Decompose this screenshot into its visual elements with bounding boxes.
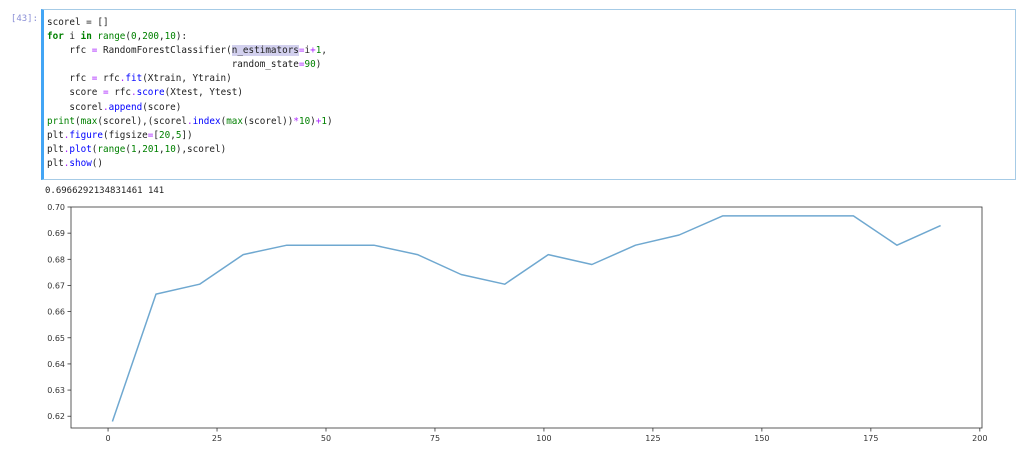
code-token: show [69,157,92,169]
code-token: (Xtrain, Ytrain) [142,73,232,85]
code-line: scorel = [] [47,16,333,30]
code-token: (scorel)) [242,115,294,127]
code-line: random_state=90) [47,58,333,72]
code-line: for i in range(0,200,10): [47,30,333,44]
code-token: ),scorel) [175,143,227,155]
code-token: max [80,115,98,127]
code-token: range [97,143,126,155]
code-token: ]) [181,129,193,141]
code-line: print(max(scorel),(scorel.index(max(scor… [47,115,333,129]
code-token: 10 [164,143,176,155]
code-line: plt.show() [47,157,333,171]
code-token: (figsize [103,129,148,141]
code-token: rfc [47,45,92,57]
y-tick-label: 0.67 [47,281,65,290]
code-token: rfc [108,87,131,99]
code-token: plt [47,143,64,155]
code-token: (Xtest, Ytest) [164,87,243,99]
code-token: score [136,87,165,99]
code-line: score = rfc.score(Xtest, Ytest) [47,86,333,100]
code-token: figure [69,129,103,141]
x-tick-label: 125 [645,434,660,443]
output-text: 0.6966292134831461 141 [45,186,165,196]
plot-area [70,206,983,429]
code-token: n_estimators [231,45,299,57]
code-token: 20 [159,129,171,141]
code-token: score [47,87,103,99]
x-tick-label: 200 [972,434,987,443]
y-tick-label: 0.68 [47,255,65,264]
code-token: append [108,101,143,113]
code-token: in [80,31,92,43]
y-tick-label: 0.64 [47,360,65,369]
x-tick-label: 100 [536,434,551,443]
code-token: 200 [142,31,160,43]
code-line: scorel.append(score) [47,101,333,115]
x-tick-label: 0 [106,434,111,443]
code-token: 90 [304,59,316,71]
code-line: plt.plot(range(1,201,10),scorel) [47,143,333,157]
code-cell[interactable]: scorel = [] for i in range(0,200,10): rfc… [41,9,1016,180]
code-editor[interactable]: scorel = [] for i in range(0,200,10): rfc… [47,16,333,171]
code-token: (scorel),(scorel [97,115,187,127]
code-token: ) [327,115,333,127]
x-tick-label: 75 [430,434,440,443]
y-tick-label: 0.66 [47,308,65,317]
code-token: for [47,31,64,43]
code-token: 10 [298,115,311,127]
code-token: i [63,31,81,43]
code-token: RandomForestClassifier( [97,45,232,57]
x-tick-label: 50 [321,434,331,443]
code-token: scorel [47,101,103,113]
code-token: ): [175,31,188,43]
code-token: 10 [164,31,176,43]
code-token: fit [125,73,143,85]
x-tick-label: 25 [212,434,222,443]
code-token: rfc [97,73,120,85]
code-token: (score) [142,101,182,113]
code-token: plot [69,143,92,155]
code-token: index [192,115,221,127]
code-token: random_state [47,59,299,71]
series-line [111,215,941,422]
code-token: ) [315,59,322,71]
code-token: plt [47,129,64,141]
code-token: scorel = [] [47,17,109,28]
x-tick-label: 175 [863,434,878,443]
code-line: plt.figure(figsize=[20,5]) [47,129,333,143]
code-token: plt [47,157,64,169]
code-line: rfc = rfc.fit(Xtrain, Ytrain) [47,72,333,86]
code-token: , [321,45,327,57]
cell-prompt: [43]: [10,14,38,24]
code-token: max [226,115,243,127]
y-tick-label: 0.62 [47,412,65,421]
y-tick-label: 0.65 [47,334,65,343]
code-token: rfc [47,73,92,85]
code-token: () [91,157,103,169]
y-tick-label: 0.69 [47,229,65,238]
x-tick-label: 150 [754,434,769,443]
code-token: 201 [142,143,160,155]
y-tick-label: 0.70 [47,203,65,212]
code-token: print [47,115,75,127]
y-tick-label: 0.63 [47,386,65,395]
code-token: range [97,31,126,43]
code-line: rfc = RandomForestClassifier(n_estimator… [47,44,333,58]
